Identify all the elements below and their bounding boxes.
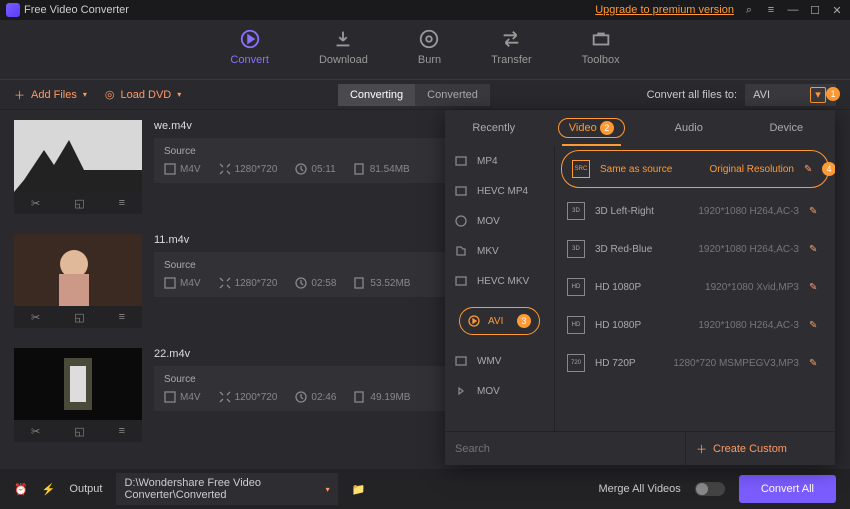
- format-hevc-mkv[interactable]: HEVC MKV: [445, 266, 554, 296]
- chevron-down-icon[interactable]: ▾: [326, 485, 330, 494]
- maximize-icon[interactable]: ☐: [808, 3, 822, 17]
- bolt-icon[interactable]: ⚡: [42, 483, 56, 496]
- tab-convert[interactable]: Convert: [230, 28, 269, 79]
- app-logo: [6, 3, 20, 17]
- file-icon: 3D: [567, 202, 585, 220]
- file-icon: 720: [567, 354, 585, 372]
- format-dropdown[interactable]: AVI ▾1: [745, 84, 836, 106]
- resolution-column: SRC Same as sourceOriginal Resolution ✎ …: [555, 146, 835, 431]
- res-hd-720p[interactable]: 720 HD 720P1280*720 MSMPEGV3,MP3 ✎: [555, 344, 835, 382]
- edit-icon[interactable]: ✎: [809, 244, 823, 255]
- crop-icon[interactable]: ◱: [74, 425, 84, 438]
- file-icon: HD: [567, 316, 585, 334]
- add-files-button[interactable]: ＋ Add Files ▾: [14, 87, 87, 103]
- marker-4: 4: [822, 162, 835, 176]
- load-dvd-button[interactable]: ◎ Load DVD ▾: [105, 88, 181, 101]
- poptab-audio[interactable]: Audio: [640, 110, 738, 146]
- format-column: MP4 HEVC MP4 MOV MKV HEVC MKV AVI3 WMV M…: [445, 146, 555, 431]
- search-input[interactable]: [445, 432, 685, 465]
- chevron-down-icon[interactable]: ▾1: [810, 87, 826, 103]
- effects-icon[interactable]: ≡: [119, 425, 125, 437]
- search-icon[interactable]: ⌕: [742, 3, 756, 17]
- res-hd-1080p[interactable]: HD HD 1080P1920*1080 Xvid,MP3 ✎: [555, 268, 835, 306]
- tab-download[interactable]: Download: [319, 28, 368, 79]
- cut-icon[interactable]: ✂: [31, 197, 40, 210]
- video-thumbnail[interactable]: [14, 234, 142, 306]
- edit-icon[interactable]: ✎: [809, 206, 823, 217]
- res-same-as-source[interactable]: SRC Same as sourceOriginal Resolution ✎ …: [561, 150, 829, 188]
- titlebar: Free Video Converter Upgrade to premium …: [0, 0, 850, 20]
- marker-1: 1: [826, 87, 840, 101]
- format-hevc-mp4[interactable]: HEVC MP4: [445, 176, 554, 206]
- res-hd-1080p-2[interactable]: HD HD 1080P1920*1080 H264,AC-3 ✎: [555, 306, 835, 344]
- poptab-video[interactable]: Video 2: [543, 110, 641, 146]
- merge-toggle[interactable]: [695, 482, 725, 496]
- folder-icon[interactable]: 📁: [352, 483, 366, 496]
- effects-icon[interactable]: ≡: [119, 197, 125, 209]
- poptab-device[interactable]: Device: [738, 110, 836, 146]
- app-title: Free Video Converter: [24, 4, 129, 16]
- clock-icon[interactable]: ⏰: [14, 483, 28, 496]
- output-path[interactable]: D:\Wondershare Free Video Converter\Conv…: [116, 473, 337, 505]
- format-popover: Recently Video 2 Audio Device MP4 HEVC M…: [445, 110, 835, 465]
- format-avi[interactable]: AVI3: [445, 296, 554, 346]
- effects-icon[interactable]: ≡: [119, 311, 125, 323]
- res-3d-left-right[interactable]: 3D 3D Left-Right1920*1080 H264,AC-3 ✎: [555, 192, 835, 230]
- minimize-icon[interactable]: —: [786, 3, 800, 17]
- upgrade-link[interactable]: Upgrade to premium version: [595, 4, 734, 16]
- cut-icon[interactable]: ✂: [31, 425, 40, 438]
- format-mp4[interactable]: MP4: [445, 146, 554, 176]
- converted-tab[interactable]: Converted: [415, 84, 490, 106]
- format-mov[interactable]: MOV: [445, 206, 554, 236]
- format-wmv[interactable]: WMV: [445, 346, 554, 376]
- merge-label: Merge All Videos: [598, 483, 680, 495]
- edit-icon[interactable]: ✎: [809, 282, 823, 293]
- marker-2: 2: [600, 121, 614, 135]
- toolbar: ＋ Add Files ▾ ◎ Load DVD ▾ Converting Co…: [0, 80, 850, 110]
- file-icon: SRC: [572, 160, 590, 178]
- video-thumbnail[interactable]: [14, 120, 142, 192]
- edit-icon[interactable]: ✎: [804, 164, 818, 175]
- tab-toolbox[interactable]: Toolbox: [582, 28, 620, 79]
- edit-icon[interactable]: ✎: [809, 358, 823, 369]
- cut-icon[interactable]: ✂: [31, 311, 40, 324]
- format-mkv[interactable]: MKV: [445, 236, 554, 266]
- file-icon: HD: [567, 278, 585, 296]
- marker-3: 3: [517, 314, 531, 328]
- tab-transfer[interactable]: Transfer: [491, 28, 532, 79]
- crop-icon[interactable]: ◱: [74, 311, 84, 324]
- format-more[interactable]: MOV: [445, 376, 554, 406]
- convert-all-button[interactable]: Convert All: [739, 475, 836, 503]
- tab-burn[interactable]: Burn: [418, 28, 441, 79]
- file-icon: 3D: [567, 240, 585, 258]
- close-icon[interactable]: ✕: [830, 3, 844, 17]
- video-thumbnail[interactable]: [14, 348, 142, 420]
- create-custom-button[interactable]: ＋ Create Custom: [685, 432, 835, 465]
- output-label: Output: [69, 483, 102, 495]
- poptab-recently[interactable]: Recently: [445, 110, 543, 146]
- crop-icon[interactable]: ◱: [74, 197, 84, 210]
- bottom-bar: ⏰ ⚡ Output D:\Wondershare Free Video Con…: [0, 469, 850, 509]
- edit-icon[interactable]: ✎: [809, 320, 823, 331]
- menu-icon[interactable]: ≡: [764, 3, 778, 17]
- res-3d-red-blue[interactable]: 3D 3D Red-Blue1920*1080 H264,AC-3 ✎: [555, 230, 835, 268]
- convert-all-to-label: Convert all files to:: [647, 89, 737, 101]
- main-tabs: Convert Download Burn Transfer Toolbox: [0, 20, 850, 80]
- converting-tab[interactable]: Converting: [338, 84, 415, 106]
